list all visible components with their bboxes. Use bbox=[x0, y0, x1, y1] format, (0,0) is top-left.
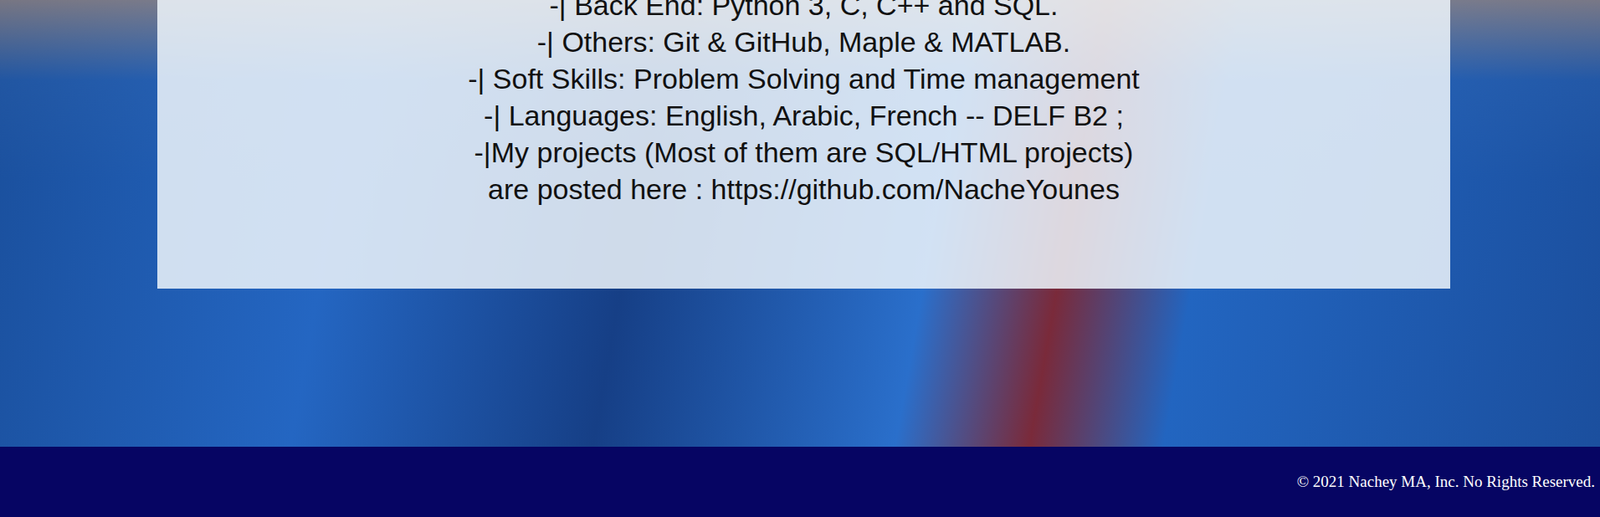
background-photo: -| Back End: Python 3, C, C++ and SQL.-|… bbox=[0, 0, 1600, 447]
page: -| Back End: Python 3, C, C++ and SQL.-|… bbox=[0, 0, 1600, 517]
skills-line: are posted here : https://github.com/Nac… bbox=[487, 170, 1120, 208]
footer: © 2021 Nachey MA, Inc. No Rights Reserve… bbox=[0, 446, 1600, 517]
skills-line: -| Back End: Python 3, C, C++ and SQL. bbox=[549, 0, 1059, 24]
skills-line: -| Languages: English, Arabic, French --… bbox=[483, 97, 1124, 134]
copyright: © 2021 Nachey MA, Inc. No Rights Reserve… bbox=[1297, 472, 1595, 492]
skills-line: -| Others: Git & GitHub, Maple & MATLAB. bbox=[537, 23, 1071, 61]
skills-panel: -| Back End: Python 3, C, C++ and SQL.-|… bbox=[157, 0, 1451, 289]
skills-line: -| Soft Skills: Problem Solving and Time… bbox=[467, 60, 1140, 98]
skills-line: -|My projects (Most of them are SQL/HTML… bbox=[474, 133, 1134, 171]
